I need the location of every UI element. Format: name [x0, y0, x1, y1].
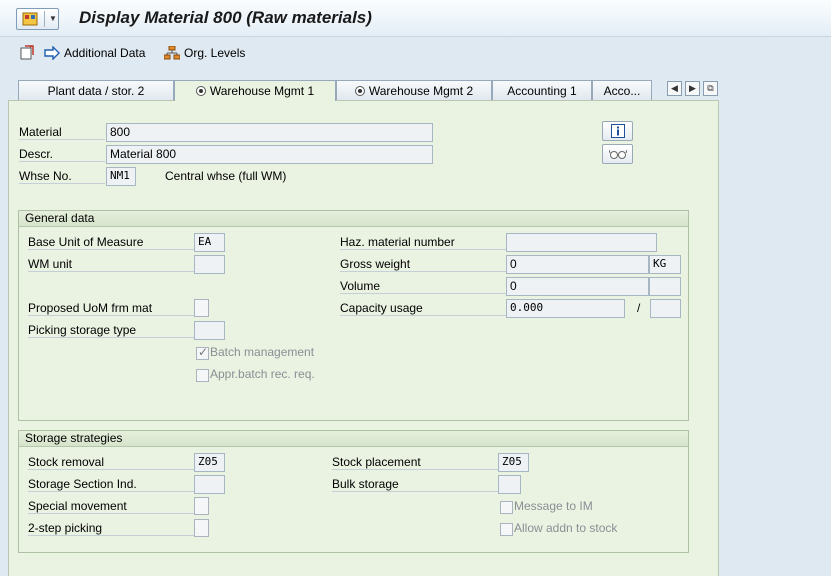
target-icon — [195, 86, 206, 96]
tab-list-button[interactable]: ⧉ — [703, 81, 718, 96]
warehouse-number-field[interactable]: NM1 — [106, 167, 136, 186]
arrow-right-icon — [44, 46, 60, 60]
base-uom-label: Base Unit of Measure — [28, 235, 194, 250]
appr-batch-checkbox[interactable] — [196, 369, 209, 382]
batch-management-label: Batch management — [210, 345, 315, 359]
appr-batch-label: Appr.batch rec. req. — [210, 367, 315, 381]
tab-accounting-1[interactable]: Accounting 1 — [492, 80, 592, 100]
gross-weight-label: Gross weight — [340, 257, 506, 272]
system-menu-button[interactable]: ▼ — [16, 8, 59, 30]
title-bar: ▼ Display Material 800 (Raw materials) — [0, 0, 831, 37]
wm-unit-field[interactable] — [194, 255, 225, 274]
two-step-picking-label: 2-step picking — [28, 521, 194, 536]
stock-placement-field[interactable]: Z05 — [498, 453, 529, 472]
chevron-left-icon: ◀ — [671, 83, 678, 93]
additional-data-button[interactable]: Additional Data — [44, 44, 145, 62]
description-field[interactable]: Material 800 — [106, 145, 433, 164]
tab-label: Warehouse Mgmt 2 — [368, 84, 474, 98]
gross-weight-field[interactable]: 0 — [506, 255, 649, 274]
warehouse-description: Central whse (full WM) — [165, 169, 287, 183]
group-title: Storage strategies — [19, 431, 688, 447]
other-view-button[interactable] — [19, 44, 37, 62]
volume-unit-field[interactable] — [649, 277, 681, 296]
tab-warehouse-mgmt-1[interactable]: Warehouse Mgmt 1 — [174, 80, 336, 101]
stock-removal-label: Stock removal — [28, 455, 194, 470]
proposed-uom-label: Proposed UoM frm mat — [28, 301, 194, 316]
stock-removal-field[interactable]: Z05 — [194, 453, 225, 472]
wm-unit-label: WM unit — [28, 257, 194, 272]
chevron-down-icon: ▼ — [49, 14, 57, 23]
org-levels-label: Org. Levels — [184, 46, 246, 60]
glasses-button[interactable] — [602, 144, 633, 164]
picking-storage-type-field[interactable] — [194, 321, 225, 340]
message-to-im-label: Message to IM — [514, 499, 593, 513]
tab-plant-data-stor-2[interactable]: Plant data / stor. 2 — [18, 80, 174, 100]
weight-unit-field[interactable]: KG — [649, 255, 681, 274]
org-levels-button[interactable]: Org. Levels — [164, 44, 245, 62]
bulk-storage-label: Bulk storage — [332, 477, 498, 492]
storage-section-label: Storage Section Ind. — [28, 477, 194, 492]
haz-material-label: Haz. material number — [340, 235, 506, 250]
capacity-usage-field[interactable]: 0.000 — [506, 299, 625, 318]
glasses-icon — [608, 149, 627, 159]
picking-storage-type-label: Picking storage type — [28, 323, 194, 338]
whse-no-label: Whse No. — [19, 169, 105, 184]
allow-addn-stock-label: Allow addn to stock — [514, 521, 618, 535]
bulk-storage-field[interactable] — [498, 475, 521, 494]
haz-material-field[interactable] — [506, 233, 657, 252]
storage-section-field[interactable] — [194, 475, 225, 494]
info-icon — [610, 124, 625, 138]
base-uom-field[interactable]: EA — [194, 233, 225, 252]
page-title: Display Material 800 (Raw materials) — [79, 8, 372, 27]
special-movement-label: Special movement — [28, 499, 194, 514]
proposed-uom-checkbox[interactable] — [194, 299, 209, 317]
info-button[interactable] — [602, 121, 633, 141]
special-movement-field[interactable] — [194, 497, 209, 515]
views-icon — [20, 45, 34, 60]
menu-icon — [22, 12, 38, 26]
scroll-tabs-right-button[interactable]: ▶ — [685, 81, 700, 96]
tab-strip: Plant data / stor. 2 Warehouse Mgmt 1 Wa… — [18, 80, 728, 101]
capacity-separator: / — [637, 301, 641, 315]
descr-label: Descr. — [19, 147, 105, 162]
tab-label: Accounting 1 — [507, 84, 577, 98]
additional-data-label: Additional Data — [64, 46, 146, 60]
scroll-tabs-left-button[interactable]: ◀ — [667, 81, 682, 96]
tab-label: Acco... — [603, 84, 641, 98]
volume-field[interactable]: 0 — [506, 277, 649, 296]
chevron-right-icon: ▶ — [689, 83, 696, 93]
stock-placement-label: Stock placement — [332, 455, 498, 470]
tab-warehouse-mgmt-2[interactable]: Warehouse Mgmt 2 — [336, 80, 492, 100]
material-label: Material — [19, 125, 105, 140]
hierarchy-icon — [164, 46, 180, 60]
message-to-im-checkbox[interactable] — [500, 501, 513, 514]
two-step-picking-field[interactable] — [194, 519, 209, 537]
material-field[interactable]: 800 — [106, 123, 433, 142]
capacity-usage-label: Capacity usage — [340, 301, 506, 316]
tab-label: Warehouse Mgmt 1 — [209, 84, 315, 98]
tab-label: Plant data / stor. 2 — [47, 84, 145, 98]
group-title: General data — [19, 211, 688, 227]
allow-addn-stock-checkbox[interactable] — [500, 523, 513, 536]
batch-management-checkbox[interactable] — [196, 345, 209, 360]
list-icon: ⧉ — [707, 83, 714, 93]
tab-accounting-more[interactable]: Acco... — [592, 80, 652, 100]
volume-label: Volume — [340, 279, 506, 294]
target-icon — [354, 86, 365, 96]
capacity-unit-field[interactable] — [650, 299, 681, 318]
